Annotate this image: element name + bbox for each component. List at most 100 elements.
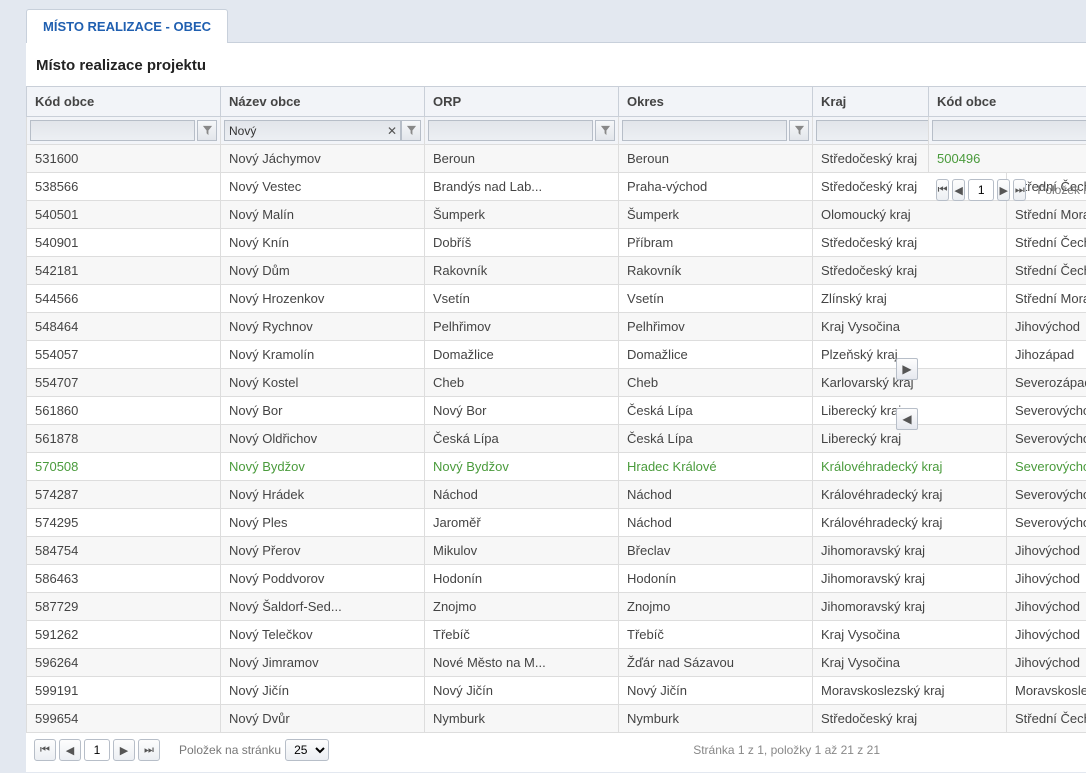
per-page-label: Položek na stránku [179,743,281,757]
horizontal-scrollbar[interactable] [36,769,878,772]
cell-region: Severovýchod [1007,397,1086,425]
cell-kraj: Středočeský kraj [813,257,1007,285]
column-header[interactable]: ORP [425,87,619,117]
cell-okres: Hodonín [619,565,813,593]
left-filter-input-col2[interactable] [428,120,593,141]
table-row[interactable]: 574295Nový PlesJaroměřNáchodKrálovéhrade… [27,509,1086,537]
column-header[interactable]: Kód obce [27,87,221,117]
cell-okres: Česká Lípa [619,397,813,425]
table-row[interactable]: 586463Nový PoddvorovHodonínHodonínJihomo… [27,565,1086,593]
clear-filter-icon[interactable]: ✕ [385,124,399,138]
column-header[interactable]: Kód obce [929,87,1086,117]
cell-region: Jihovýchod [1007,565,1086,593]
move-left-button[interactable]: ◀ [896,408,918,430]
table-row[interactable]: 554707Nový KostelChebChebKarlovarský kra… [27,369,1086,397]
cell-orp: Náchod [425,481,619,509]
cell-nazev: Nový Bydžov [221,453,425,481]
cell-region: Severovýchod [1007,481,1086,509]
table-row[interactable]: 570508Nový BydžovNový BydžovHradec Králo… [27,453,1086,481]
cell-kraj: Královéhradecký kraj [813,481,1007,509]
cell-okres: Nový Jičín [619,677,813,705]
cell-region: Jihovýchod [1007,537,1086,565]
cell-kod: 548464 [27,313,221,341]
filter-icon[interactable] [595,120,615,141]
table-row[interactable]: 544566Nový HrozenkovVsetínVsetínZlínský … [27,285,1086,313]
cell-kod: 591262 [27,621,221,649]
cell-kraj: Středočeský kraj [813,705,1007,733]
first-page-button[interactable]: ⏮ [34,739,56,761]
table-row[interactable]: 500496Olomouc [929,145,1086,173]
cell-okres: Praha-východ [619,173,813,201]
cell-okres: Pelhřimov [619,313,813,341]
prev-page-button[interactable]: ◀ [952,179,965,201]
cell-orp: Domažlice [425,341,619,369]
left-filter-input-col0[interactable] [30,120,195,141]
table-row[interactable]: 587729Nový Šaldorf-Sed...ZnojmoZnojmoJih… [27,593,1086,621]
cell-kod: 561878 [27,425,221,453]
left-filter-input-col3[interactable] [622,120,787,141]
table-row[interactable]: 596264Nový JimramovNové Město na M...Žďá… [27,649,1086,677]
move-right-button[interactable]: ▶ [896,358,918,380]
cell-orp: Šumperk [425,201,619,229]
cell-nazev: Nový Přerov [221,537,425,565]
table-row[interactable]: 574287Nový HrádekNáchodNáchodKrálovéhrad… [27,481,1086,509]
table-row[interactable]: 599654Nový DvůrNymburkNymburkStředočeský… [27,705,1086,733]
table-row[interactable]: 584754Nový PřerovMikulovBřeclavJihomorav… [27,537,1086,565]
table-row[interactable]: 540901Nový KnínDobříšPříbramStředočeský … [27,229,1086,257]
filter-icon[interactable] [789,120,809,141]
table-row[interactable]: 561878Nový OldřichovČeská LípaČeská Lípa… [27,425,1086,453]
next-page-button[interactable]: ▶ [113,739,135,761]
table-row[interactable]: 554057Nový KramolínDomažliceDomažlicePlz… [27,341,1086,369]
cell-okres: Příbram [619,229,813,257]
cell-orp: Brandýs nad Lab... [425,173,619,201]
right-filter-input-col0[interactable] [932,120,1086,141]
per-page-select[interactable]: 25 [285,739,329,761]
cell-region: Severovýchod [1007,453,1086,481]
table-row[interactable]: 542181Nový DůmRakovníkRakovníkStředočesk… [27,257,1086,285]
cell-nazev: Nový Rychnov [221,313,425,341]
page-number-input[interactable] [968,179,994,201]
cell-kod: 542181 [27,257,221,285]
cell-okres: Domažlice [619,341,813,369]
last-page-button[interactable]: ⏭ [1013,179,1026,201]
cell-okres: Třebíč [619,621,813,649]
target-grid: Kód obceNázev obce 500496Olomouc [928,86,1086,173]
cell-orp: Česká Lípa [425,425,619,453]
column-header[interactable]: Okres [619,87,813,117]
cell-kod: 574287 [27,481,221,509]
cell-region: Severovýchod [1007,509,1086,537]
page-number-input[interactable] [84,739,110,761]
last-page-button[interactable]: ⏭ [138,739,160,761]
cell-okres: Znojmo [619,593,813,621]
cell-region: Střední Čechy [1007,229,1086,257]
cell-orp: Nové Město na M... [425,649,619,677]
first-page-button[interactable]: ⏮ [936,179,949,201]
cell-nazev: Nový Oldřichov [221,425,425,453]
cell-kraj: Zlínský kraj [813,285,1007,313]
right-pager: ⏮ ◀ ▶ ⏭ Položek n [928,173,1086,207]
cell-okres: Náchod [619,509,813,537]
column-header[interactable]: Název obce [221,87,425,117]
cell-orp: Třebíč [425,621,619,649]
table-row[interactable]: 591262Nový TelečkovTřebíčTřebíčKraj Vyso… [27,621,1086,649]
cell-kod: 531600 [27,145,221,173]
cell-region: Střední Morava [1007,285,1086,313]
prev-page-button[interactable]: ◀ [59,739,81,761]
next-page-button[interactable]: ▶ [997,179,1010,201]
cell-nazev: Nový Telečkov [221,621,425,649]
cell-kraj: Jihomoravský kraj [813,593,1007,621]
table-row[interactable]: 561860Nový BorNový BorČeská LípaLibereck… [27,397,1086,425]
cell-kod: 554057 [27,341,221,369]
left-filter-input-col1[interactable] [224,120,401,141]
cell-kod: 584754 [27,537,221,565]
cell-kod: 540501 [27,201,221,229]
table-row[interactable]: 599191Nový JičínNový JičínNový JičínMora… [27,677,1086,705]
tab-misto-realizace-obec[interactable]: MÍSTO REALIZACE - OBEC [26,9,228,43]
filter-icon[interactable] [197,120,217,141]
cell-nazev: Nový Bor [221,397,425,425]
source-grid: Kód obceNázev obceORPOkresKrajRegionStát… [26,86,1086,733]
table-row[interactable]: 548464Nový RychnovPelhřimovPelhřimovKraj… [27,313,1086,341]
cell-okres: Šumperk [619,201,813,229]
filter-icon[interactable] [401,120,421,141]
cell-kod: 570508 [27,453,221,481]
